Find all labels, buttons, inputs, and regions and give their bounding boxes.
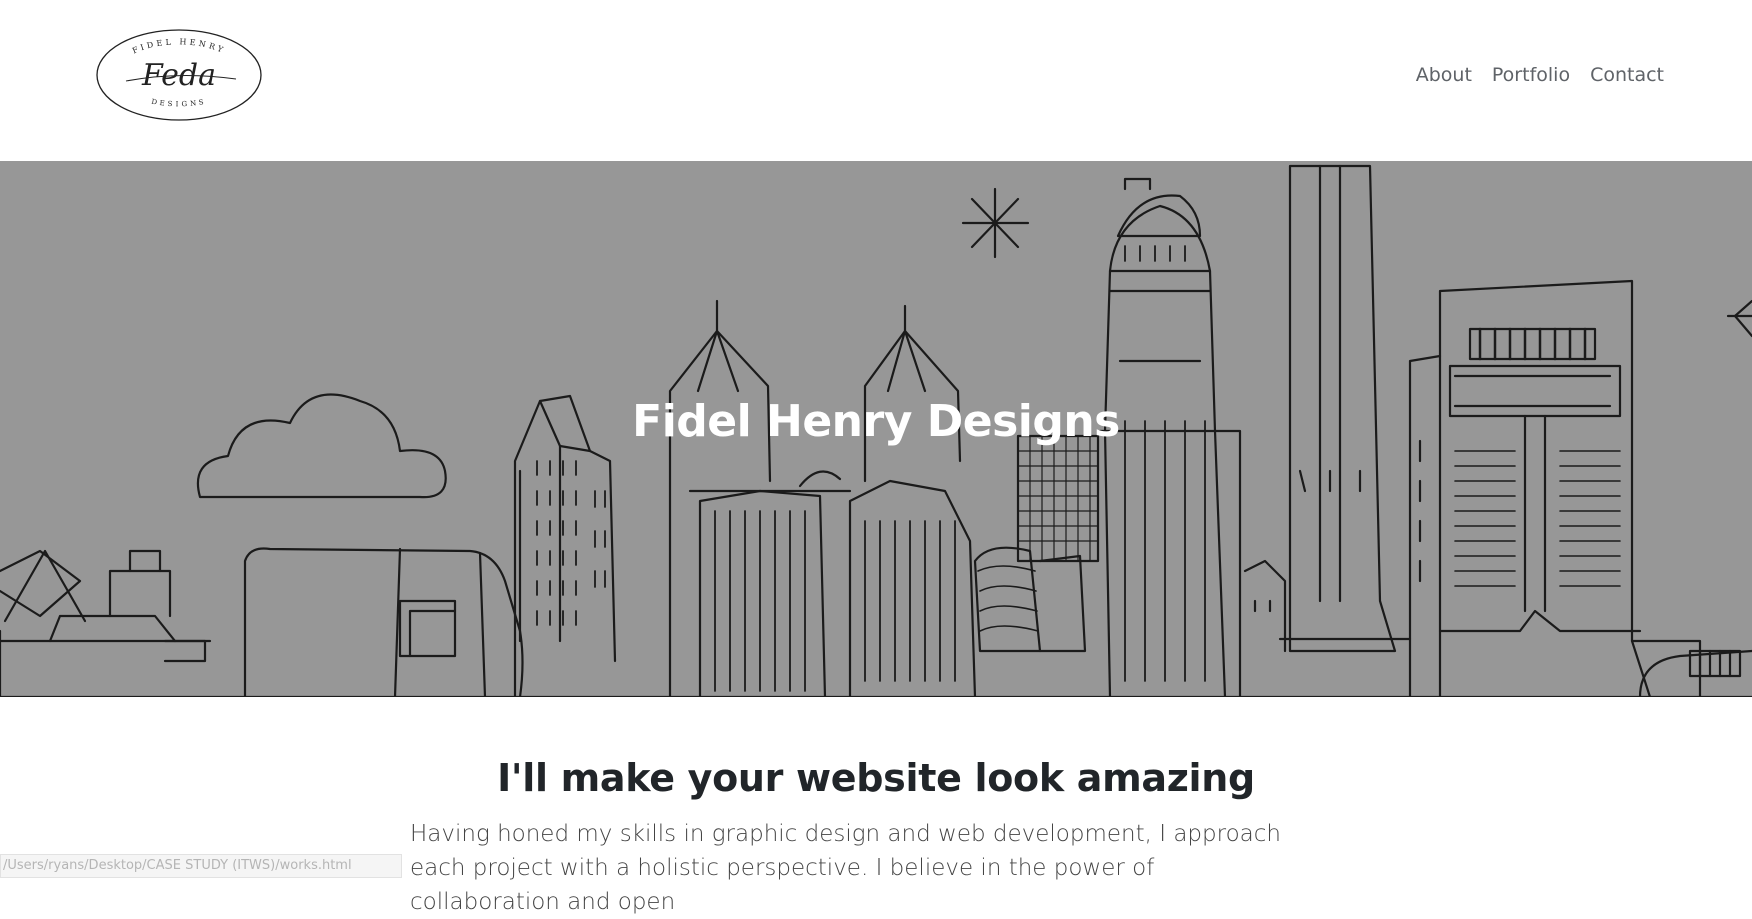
nav-link-contact[interactable]: Contact: [1590, 64, 1664, 86]
brand-logo[interactable]: FIDEL HENRY DESIGNS Feda: [96, 29, 262, 121]
svg-text:DESIGNS: DESIGNS: [151, 98, 207, 109]
nav-link-about[interactable]: About: [1416, 64, 1472, 86]
about-heading: I'll make your website look amazing: [497, 756, 1255, 800]
star-doodle: [961, 187, 1752, 338]
site-header: FIDEL HENRY DESIGNS Feda About Portfolio…: [0, 0, 1752, 161]
hero-title: Fidel Henry Designs: [632, 396, 1120, 447]
nav-link-portfolio[interactable]: Portfolio: [1492, 64, 1570, 86]
logo-bottom-text: DESIGNS: [151, 98, 204, 109]
logo-emblem: FIDEL HENRY DESIGNS Feda: [96, 29, 262, 121]
main-nav: About Portfolio Contact: [1416, 64, 1664, 86]
about-paragraph: Having honed my skills in graphic design…: [410, 821, 1281, 915]
browser-status-url: /Users/ryans/Desktop/CASE STUDY (ITWS)/w…: [0, 854, 402, 878]
logo-top-text: FIDEL HENRY: [131, 37, 224, 55]
svg-text:FIDEL HENRY: FIDEL HENRY: [131, 37, 227, 55]
hero-banner: Fidel Henry Designs: [0, 161, 1752, 697]
